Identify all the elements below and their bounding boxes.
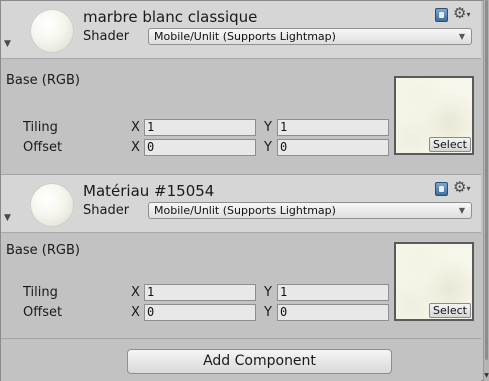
offset-y-axis-label: Y (264, 305, 272, 320)
add-component-button[interactable]: Add Component (127, 349, 392, 374)
shader-dropdown[interactable]: Mobile/Unlit (Supports Lightmap) ▼ (148, 28, 472, 45)
offset-x-axis-label: X (131, 305, 140, 320)
base-texture-slot[interactable]: Select (394, 242, 474, 321)
material-properties: Base (RGB) Tiling X 1 Y 1 Offset X 0 Y 0… (1, 233, 481, 339)
tiling-label: Tiling (23, 285, 58, 300)
material-name: marbre blanc classique (83, 8, 258, 26)
material-properties: Base (RGB) Tiling X 1 Y 1 Offset X 0 Y 0… (1, 59, 481, 175)
offset-label: Offset (23, 305, 63, 320)
offset-x-axis-label: X (131, 140, 140, 155)
tiling-y-field[interactable]: 1 (277, 284, 389, 301)
offset-y-field[interactable]: 0 (277, 139, 389, 156)
vertical-scrollbar[interactable]: ▼ (483, 0, 489, 381)
help-book-icon[interactable] (435, 182, 448, 196)
tiling-x-field[interactable]: 1 (144, 119, 256, 136)
scroll-down-arrow-icon[interactable]: ▼ (484, 373, 489, 379)
tiling-y-axis-label: Y (264, 120, 272, 135)
tiling-y-axis-label: Y (264, 285, 272, 300)
tiling-x-axis-label: X (131, 120, 140, 135)
tiling-label: Tiling (23, 120, 58, 135)
tiling-y-field[interactable]: 1 (277, 119, 389, 136)
base-rgb-label: Base (RGB) (6, 243, 80, 258)
gear-icon[interactable]: ⚙▾ (453, 5, 470, 24)
base-texture-slot[interactable]: Select (394, 76, 474, 155)
select-texture-button[interactable]: Select (429, 303, 471, 318)
material-header: ▼ Matériau #15054 Shader Mobile/Unlit (S… (1, 175, 481, 233)
select-texture-button[interactable]: Select (429, 137, 471, 152)
base-rgb-label: Base (RGB) (6, 73, 80, 88)
gear-icon[interactable]: ⚙▾ (453, 179, 470, 198)
offset-label: Offset (23, 140, 63, 155)
offset-x-field[interactable]: 0 (144, 139, 256, 156)
offset-y-field[interactable]: 0 (277, 304, 389, 321)
offset-y-axis-label: Y (264, 140, 272, 155)
material-preview-sphere (31, 184, 73, 226)
chevron-down-icon: ▼ (458, 32, 465, 41)
shader-label: Shader (83, 29, 130, 44)
shader-dropdown-value: Mobile/Unlit (Supports Lightmap) (154, 204, 336, 217)
foldout-arrow-icon[interactable]: ▼ (4, 39, 11, 49)
foldout-arrow-icon[interactable]: ▼ (4, 213, 11, 223)
material-name: Matériau #15054 (83, 182, 215, 200)
tiling-x-axis-label: X (131, 285, 140, 300)
material-preview-sphere (31, 10, 73, 52)
shader-dropdown-value: Mobile/Unlit (Supports Lightmap) (154, 30, 336, 43)
scrollbar-thumb[interactable] (485, 0, 488, 360)
help-book-icon[interactable] (435, 8, 448, 22)
offset-x-field[interactable]: 0 (144, 304, 256, 321)
material-header: ▼ marbre blanc classique Shader Mobile/U… (1, 1, 481, 59)
inspector-footer: Add Component (1, 339, 481, 381)
chevron-down-icon: ▼ (458, 206, 465, 215)
shader-label: Shader (83, 203, 130, 218)
tiling-x-field[interactable]: 1 (144, 284, 256, 301)
shader-dropdown[interactable]: Mobile/Unlit (Supports Lightmap) ▼ (148, 202, 472, 219)
